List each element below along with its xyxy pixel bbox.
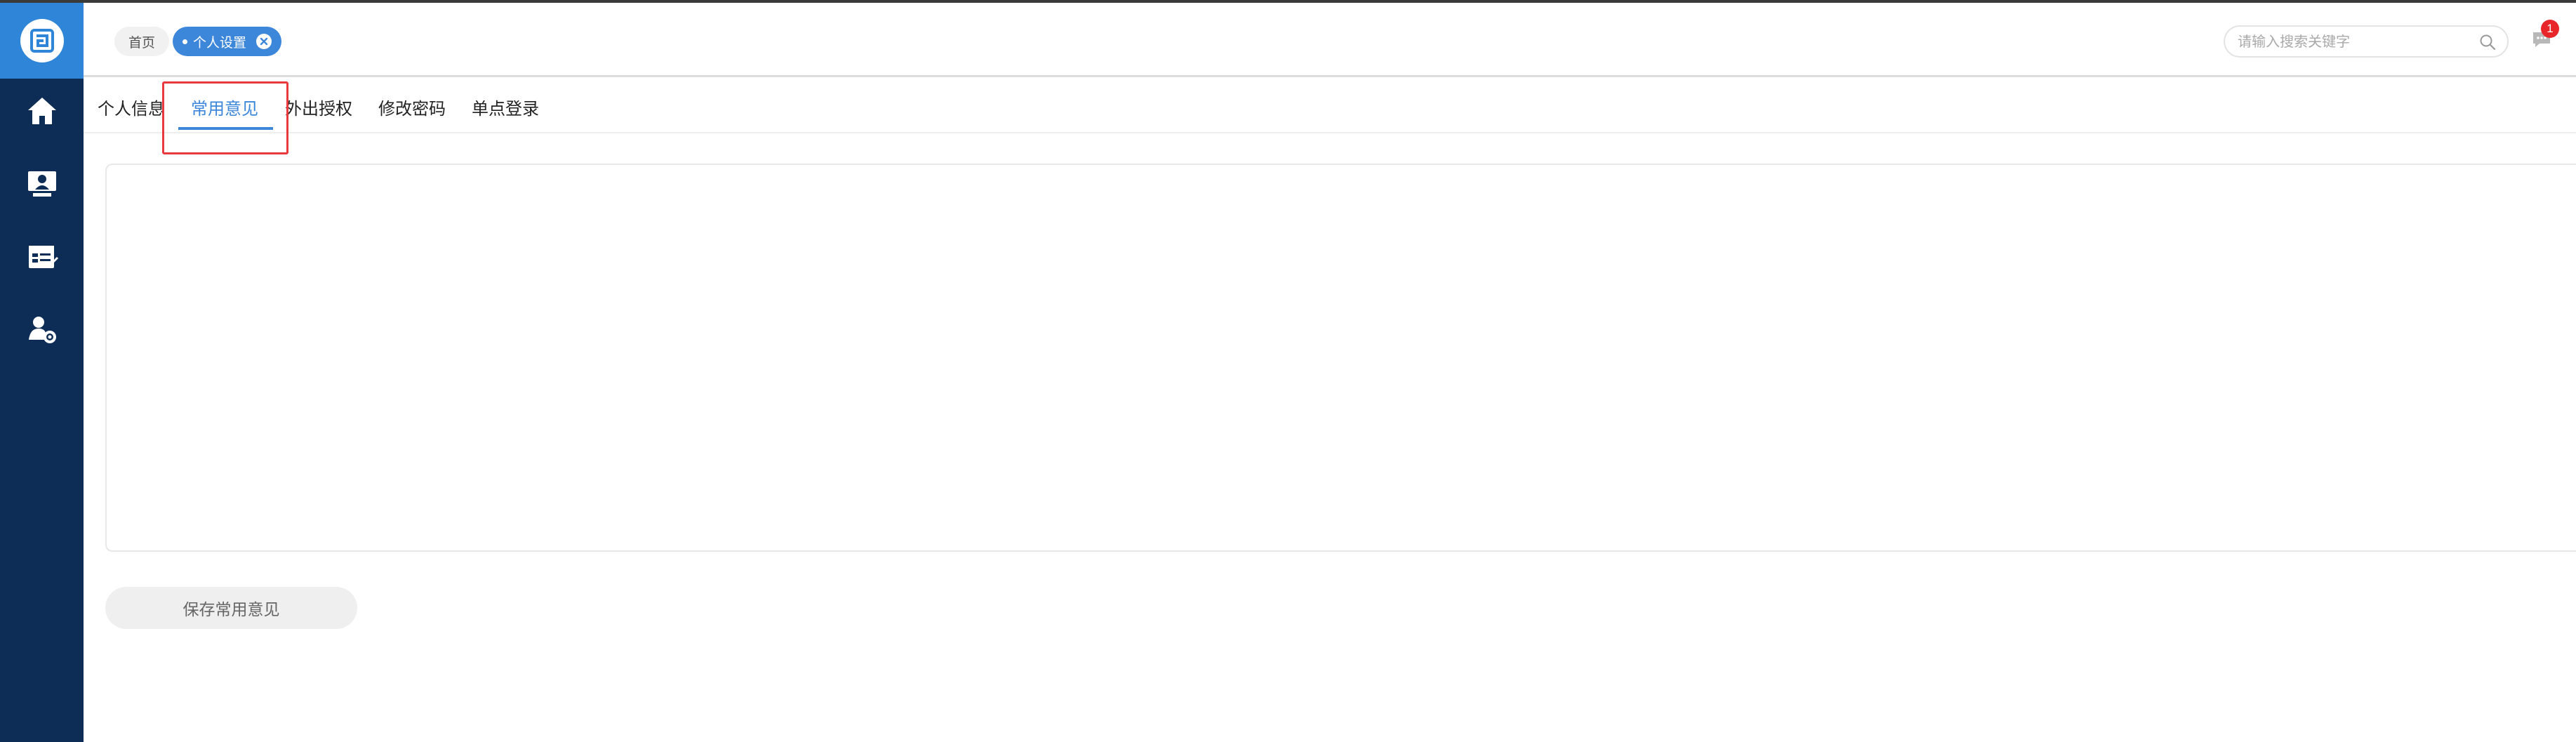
search-box [2224,25,2509,58]
search-input[interactable] [2238,33,2476,50]
breadcrumb-active-label: 个人设置 [193,34,247,51]
sidebar-item-home[interactable] [25,94,59,128]
logo-icon [20,19,64,62]
monitor-user-icon [28,171,56,197]
tab-personal-info[interactable]: 个人信息 [98,93,165,121]
top-header: 首页 个人设置 [84,3,2576,77]
close-tab-icon[interactable] [256,34,272,49]
save-opinion-label: 保存常用意见 [182,601,280,619]
opinion-textarea[interactable] [107,165,2576,550]
tab-out-authorization[interactable]: 外出授权 [285,93,352,121]
active-dot-icon [182,39,187,44]
calendar-list-icon [29,246,58,268]
app-logo[interactable] [0,3,84,79]
breadcrumb-home[interactable]: 首页 [114,27,170,56]
breadcrumb-personal-settings[interactable]: 个人设置 [173,27,282,56]
breadcrumb-home-label: 首页 [128,34,156,51]
search-icon[interactable] [2479,34,2496,51]
sidebar-item-calendar[interactable] [25,240,59,274]
notification-badge: 1 [2541,20,2559,38]
sidebar-item-user-settings[interactable] [25,313,59,347]
user-settings-icon [29,317,56,343]
home-icon [28,98,56,124]
tab-change-password[interactable]: 修改密码 [378,93,446,121]
tab-single-sign-on[interactable]: 单点登录 [472,93,539,121]
save-opinion-button[interactable]: 保存常用意见 [105,587,357,629]
sidebar-item-monitor[interactable] [25,167,59,201]
settings-tabs: 个人信息 常用意见 外出授权 修改密码 单点登录 [84,77,2576,133]
sidebar [0,3,84,742]
highlight-annotation [162,81,288,154]
opinion-editor [105,164,2576,552]
